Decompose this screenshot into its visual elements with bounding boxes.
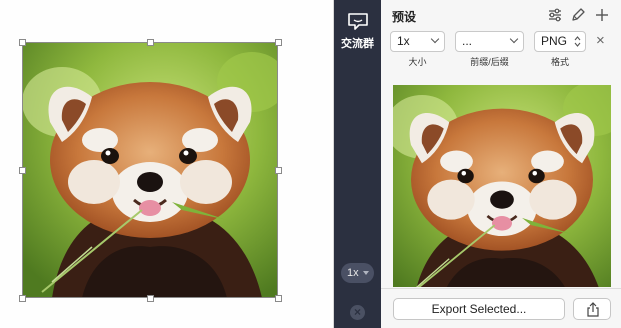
share-icon (586, 302, 600, 320)
chat-group-button[interactable]: 交流群 (334, 12, 381, 51)
zoom-value: 1x (347, 267, 359, 279)
selection-outline (22, 42, 278, 298)
size-value: 1x (397, 34, 410, 48)
prefix-suffix-value: ... (462, 34, 473, 48)
resize-handle-top[interactable] (147, 39, 154, 46)
stepper-arrows-icon (574, 35, 581, 54)
size-caption: 大小 (408, 57, 427, 67)
share-button[interactable] (573, 298, 611, 320)
export-selected-button[interactable]: Export Selected... (393, 298, 565, 320)
plugin-sidebar: 交流群 1x × (334, 0, 381, 328)
remove-preset-button[interactable]: × (596, 33, 605, 48)
resize-handle-top-left[interactable] (19, 39, 26, 46)
plus-icon[interactable] (593, 6, 611, 24)
format-value: PNG (541, 34, 568, 48)
export-panel: 预设 1x ... PNG × 大小 前缀/后缀 格式 Export Selec… (381, 0, 621, 328)
zoom-dropdown[interactable]: 1x (341, 263, 374, 283)
resize-handle-bottom-right[interactable] (275, 295, 282, 302)
chat-bubble-icon (334, 12, 381, 32)
sliders-icon[interactable] (546, 6, 564, 24)
prefix-suffix-caption: 前缀/后缀 (470, 57, 509, 67)
caret-down-icon (363, 271, 369, 275)
chat-group-label: 交流群 (341, 38, 374, 50)
resize-handle-left[interactable] (19, 167, 26, 174)
resize-handle-top-right[interactable] (275, 39, 282, 46)
export-preview-image (393, 85, 611, 287)
resize-handle-right[interactable] (275, 167, 282, 174)
size-select[interactable]: 1x (390, 31, 445, 52)
close-circle-icon[interactable]: × (350, 305, 365, 320)
pencil-icon[interactable] (569, 6, 587, 24)
format-select[interactable]: PNG (534, 31, 586, 52)
resize-handle-bottom-left[interactable] (19, 295, 26, 302)
chevron-down-icon (430, 34, 440, 44)
format-caption: 格式 (550, 57, 569, 67)
panel-divider (381, 288, 621, 289)
resize-handle-bottom[interactable] (147, 295, 154, 302)
prefix-suffix-select[interactable]: ... (455, 31, 524, 52)
panel-title: 预设 (392, 10, 417, 24)
artboard-canvas[interactable] (0, 0, 334, 328)
chevron-down-icon (509, 34, 519, 44)
